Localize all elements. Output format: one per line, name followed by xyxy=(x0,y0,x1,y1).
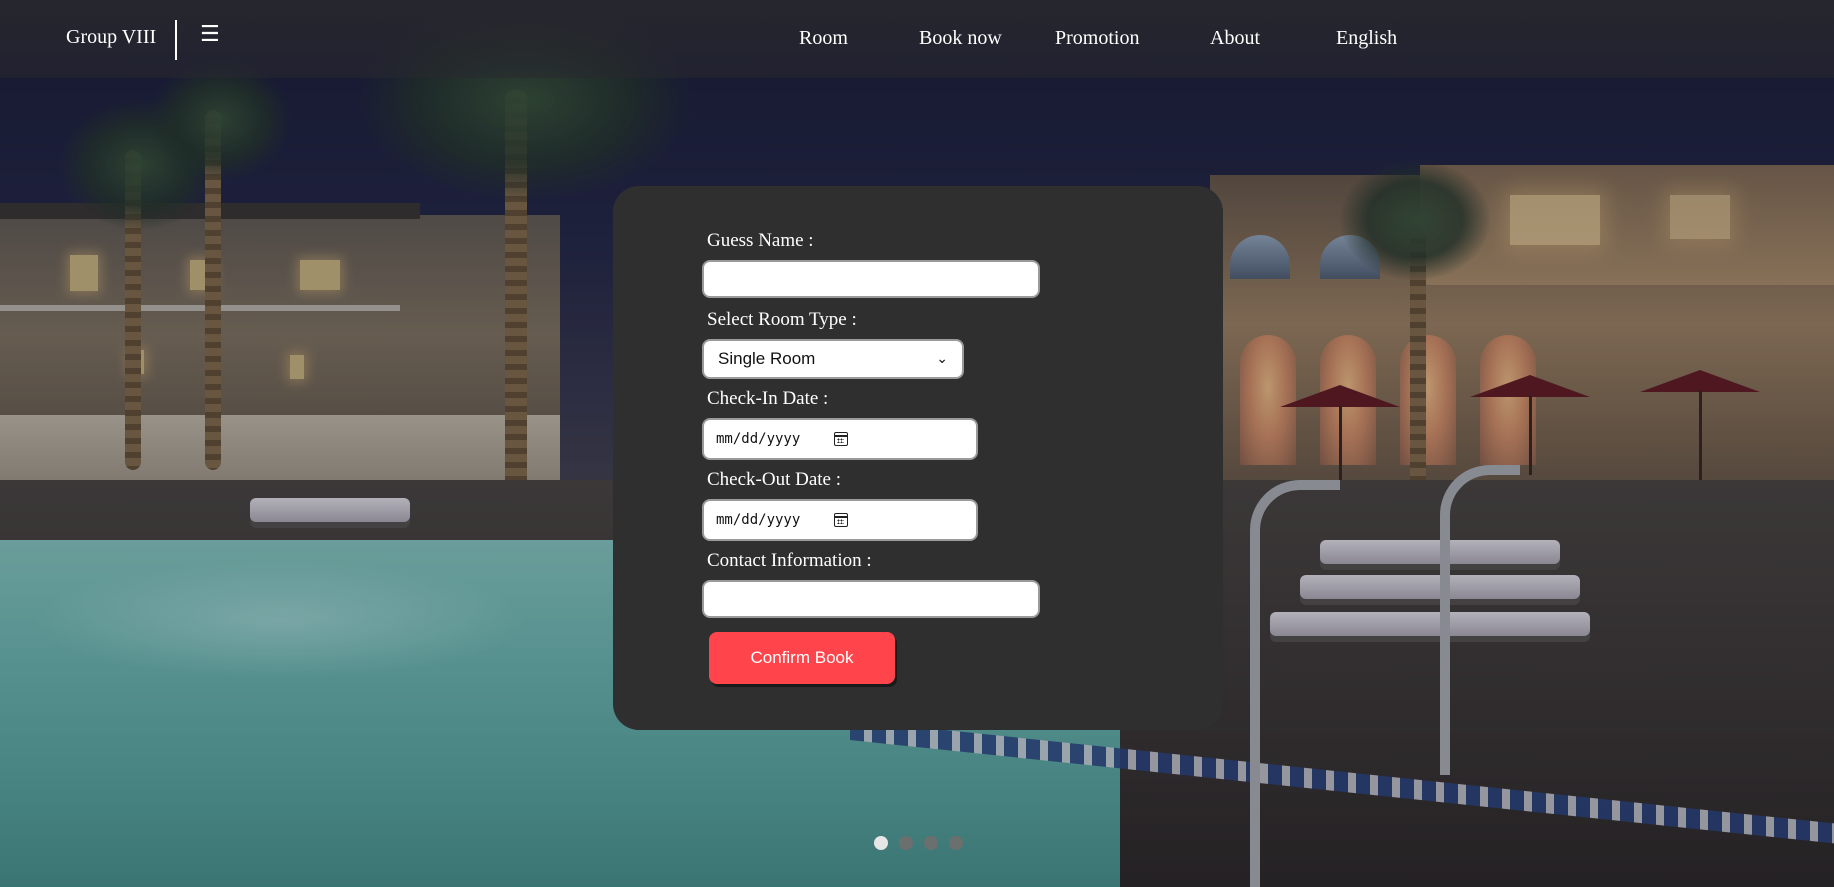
hamburger-menu-icon[interactable]: ☰ xyxy=(200,24,222,47)
check-in-label: Check-In Date : xyxy=(707,388,829,409)
check-in-date-placeholder: mm/dd/yyyy xyxy=(716,431,801,447)
nav-link-book-now[interactable]: Book now xyxy=(919,27,1002,50)
guest-name-label: Guess Name : xyxy=(707,230,814,251)
booking-form-card: Guess Name : Select Room Type : Single R… xyxy=(613,186,1223,730)
check-out-date-input[interactable]: mm/dd/yyyy xyxy=(702,499,978,541)
nav-link-about[interactable]: About xyxy=(1210,27,1260,50)
nav-link-promotion[interactable]: Promotion xyxy=(1055,27,1139,50)
nav-link-room[interactable]: Room xyxy=(799,27,848,50)
brand-logo-text[interactable]: Group VIII xyxy=(66,26,156,49)
room-type-select[interactable]: Single Room ⌄ xyxy=(702,339,964,379)
top-navbar: Group VIII ☰ Room Book now Promotion Abo… xyxy=(0,0,1834,78)
room-type-label: Select Room Type : xyxy=(707,309,857,330)
brand-divider xyxy=(175,20,177,60)
carousel-indicators xyxy=(874,836,963,850)
calendar-icon[interactable] xyxy=(834,432,848,446)
carousel-dot-2[interactable] xyxy=(899,836,913,850)
page: Group VIII ☰ Room Book now Promotion Abo… xyxy=(0,0,1834,887)
contact-info-input[interactable] xyxy=(702,580,1040,618)
room-type-selected-value: Single Room xyxy=(718,349,816,368)
calendar-icon[interactable] xyxy=(834,513,848,527)
guest-name-input[interactable] xyxy=(702,260,1040,298)
chevron-down-icon: ⌄ xyxy=(936,351,948,367)
carousel-dot-4[interactable] xyxy=(949,836,963,850)
contact-info-label: Contact Information : xyxy=(707,550,872,571)
confirm-book-button[interactable]: Confirm Book xyxy=(709,632,895,684)
nav-link-language[interactable]: English xyxy=(1336,27,1397,50)
check-out-date-placeholder: mm/dd/yyyy xyxy=(716,512,801,528)
carousel-dot-3[interactable] xyxy=(924,836,938,850)
check-out-label: Check-Out Date : xyxy=(707,469,842,490)
check-in-date-input[interactable]: mm/dd/yyyy xyxy=(702,418,978,460)
carousel-dot-1[interactable] xyxy=(874,836,888,850)
